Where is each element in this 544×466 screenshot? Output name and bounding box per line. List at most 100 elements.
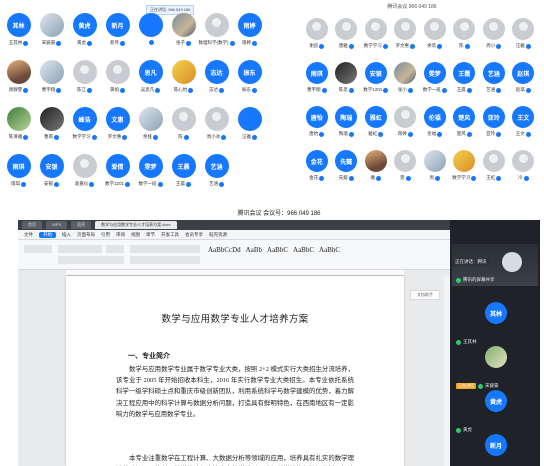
menu-item[interactable]: 稻壳资源	[209, 232, 227, 238]
alignment-buttons[interactable]	[130, 256, 200, 264]
menu-item[interactable]: 页面布局	[77, 232, 95, 238]
document-page[interactable]: 数学与应用数学专业人才培养方案 一、专业简介 数学与应用数学专业属于数学专业大类…	[66, 276, 404, 466]
participant-tile[interactable]: 楚风 楚风	[450, 102, 480, 146]
participant-tile[interactable]: 张子	[167, 8, 200, 55]
participant-tile[interactable]: 峰浩 数学学习	[68, 102, 101, 149]
participant-tile[interactable]: 雨琪 曹宇翔	[302, 58, 332, 102]
participant-tile[interactable]: 周	[420, 146, 450, 190]
participant-tile[interactable]: 周小	[479, 14, 509, 58]
style-sample[interactable]: AaBbC	[319, 246, 340, 254]
style-sample[interactable]: AaBbCcDd	[208, 246, 241, 254]
participant-tile[interactable]	[134, 8, 167, 55]
avatar	[305, 18, 328, 40]
participant-tile[interactable]: 曹雨	[35, 102, 68, 149]
font-name-select[interactable]	[58, 245, 102, 253]
participant-tile[interactable]: 艺涵 艺涵	[479, 58, 509, 102]
doc-assistant-button[interactable]: 文档助手	[410, 290, 440, 300]
participant-tile[interactable]: 谢良	[302, 14, 332, 58]
participant-tile[interactable]: 张小	[391, 58, 421, 102]
participant-tile[interactable]: 汪雅	[233, 102, 266, 149]
participant-tile[interactable]: 袁嘉仪	[68, 149, 101, 196]
participant-tile[interactable]: 亚玲 亚玲	[479, 102, 509, 146]
participant-tile[interactable]: 雯梦 数学一班	[134, 149, 167, 196]
wps-tab[interactable]: 稻壳	[71, 221, 92, 229]
menu-item[interactable]: 插入	[62, 232, 71, 238]
participant-tile[interactable]: 汪雅	[509, 14, 539, 58]
participant-tile[interactable]: 唐怡 唐怡	[302, 102, 332, 146]
participant-tile[interactable]: 艺涵 艺涵	[200, 149, 233, 196]
menu-item[interactable]: 章节	[146, 232, 155, 238]
menu-item[interactable]: 开始	[39, 231, 56, 238]
participant-tile[interactable]: 余娅	[134, 102, 167, 149]
participant-name: 吴思凡	[141, 87, 161, 93]
participant-tile[interactable]: 王晨 王晨	[167, 149, 200, 196]
wps-tab[interactable]: 数学与应用数学专业人才培养方案.docx	[95, 221, 177, 229]
participant-tile[interactable]: 思凡 吴思凡	[134, 55, 167, 102]
paragraph-buttons[interactable]	[130, 245, 200, 253]
participant-tile[interactable]: 安银 数学1201	[361, 58, 391, 102]
style-sample[interactable]: AaBb	[246, 246, 262, 254]
style-sample[interactable]: AaBbC	[293, 246, 314, 254]
participant-tile[interactable]: 陈	[450, 14, 480, 58]
menu-item[interactable]: 视图	[131, 232, 140, 238]
participant-tile[interactable]: 唐雅	[332, 14, 362, 58]
participant-tile[interactable]: 雅	[361, 146, 391, 190]
avatar	[39, 60, 64, 84]
participant-tile[interactable]: 蒋婷	[391, 102, 421, 146]
participant-tile[interactable]: 数理科学(数学)	[199, 8, 235, 55]
participant-tile[interactable]: 金花 金花	[302, 146, 332, 190]
participant-tile[interactable]: 曹宇翔	[35, 55, 68, 102]
participant-tile[interactable]: 振东 振东	[233, 55, 266, 102]
participant-tile[interactable]: 罗文惠	[391, 14, 421, 58]
participant-tile[interactable]: 陈思	[332, 58, 362, 102]
participant-tile[interactable]: 陈	[167, 102, 200, 149]
participant-tile[interactable]: 周静雯	[2, 55, 35, 102]
font-format-buttons[interactable]	[58, 256, 124, 264]
paste-button[interactable]	[24, 245, 52, 253]
style-gallery[interactable]: AaBbCcDd AaBb AaBbC AaBbC AaBbC	[208, 246, 340, 254]
participant-tile[interactable]: 陈清雅	[2, 102, 35, 149]
wps-tab[interactable]: WPS	[46, 221, 68, 229]
mic-icon	[252, 40, 257, 46]
participant-tile[interactable]: 新月	[452, 426, 538, 466]
wps-tab[interactable]: 首页	[22, 221, 42, 229]
participant-tile[interactable]: 冷	[509, 146, 539, 190]
participant-tile[interactable]: 景	[391, 146, 421, 190]
participant-tile[interactable]: 陈心怡	[167, 55, 200, 102]
participant-tile[interactable]: 安银 安银	[35, 149, 68, 196]
style-sample[interactable]: AaBbC	[267, 246, 288, 254]
menu-item[interactable]: 审阅	[116, 232, 125, 238]
participant-tile[interactable]: 陶瑞 陶瑞	[332, 102, 362, 146]
participant-tile[interactable]: 志达 志达	[200, 55, 233, 102]
participant-tile[interactable]: 爱倩 数学1201	[101, 149, 134, 196]
participant-tile[interactable]: 宋骏豪	[35, 8, 68, 55]
participant-tile[interactable]: 黄虎 黄虎	[68, 8, 101, 55]
participant-name: 楚风	[457, 131, 472, 137]
participant-tile[interactable]: 先懿 先懿	[332, 146, 362, 190]
participant-tile[interactable]: 其林 王其林	[2, 8, 35, 55]
participant-tile[interactable]: 雨琪 雨琪	[2, 149, 35, 196]
menu-item[interactable]: 会员专享	[185, 232, 203, 238]
participant-tile[interactable]: 雅虹 雅虹	[361, 102, 391, 146]
participant-tile[interactable]: 余欢	[420, 14, 450, 58]
participant-tile[interactable]: 陈江	[68, 55, 101, 102]
participant-tile[interactable]: 雯梦 数学一班	[420, 58, 450, 102]
menu-item[interactable]: 引用	[101, 232, 110, 238]
participant-tile[interactable]: 新月 新月	[101, 8, 134, 55]
participant-tile[interactable]: 数学学习	[361, 14, 391, 58]
participant-tile[interactable]: 雨婷 雨婷	[233, 8, 266, 55]
participant-tile[interactable]: 王虹	[479, 146, 509, 190]
participant-tile[interactable]: 王霞 王晨	[450, 58, 480, 102]
participant-tile[interactable]: 赵琪 赵琪	[509, 58, 539, 102]
menu-item[interactable]: 开发工具	[161, 232, 179, 238]
menu-item[interactable]: 文件	[24, 232, 33, 238]
mic-icon	[252, 87, 257, 93]
participant-tile[interactable]: 文惠 罗文惠	[101, 102, 134, 149]
participant-tile[interactable]: 数学学习	[450, 146, 480, 190]
font-size-select[interactable]	[106, 245, 124, 253]
participant-tile[interactable]: 王文 王文	[509, 102, 539, 146]
participant-tile[interactable]: 黄如	[101, 55, 134, 102]
participant-tile[interactable]: 伦福 伦福	[420, 102, 450, 146]
participant-tile[interactable]: 周小冰	[200, 102, 233, 149]
participant-name: 陈	[459, 43, 470, 49]
